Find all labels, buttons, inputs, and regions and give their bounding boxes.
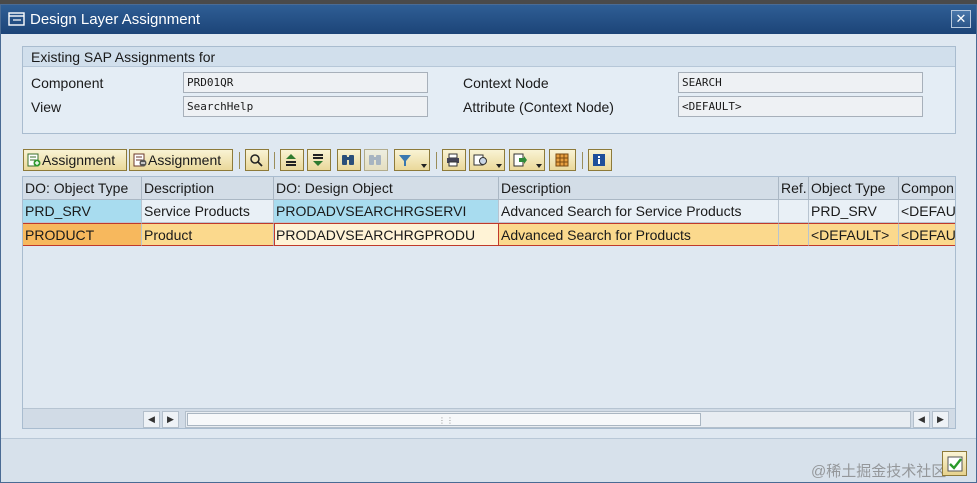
table-cell[interactable]: Service Products [142, 200, 274, 223]
scroll-right-button[interactable]: ▶ [162, 411, 179, 428]
column-header[interactable]: Object Type [809, 177, 899, 200]
column-header[interactable]: Ref. [779, 177, 809, 200]
assignment-table: DO: Object Type Description DO: Design O… [22, 176, 956, 429]
toolbar-separator [582, 152, 583, 169]
dropdown-arrow-icon [536, 164, 542, 168]
grip-icon: ⋮⋮ [438, 416, 454, 425]
remove-assignment-label: Assignment [148, 152, 222, 168]
find-icon [342, 155, 354, 165]
toolbar-separator [274, 152, 275, 169]
scroll-thumb[interactable]: ⋮⋮ [187, 413, 701, 426]
details-icon [250, 154, 263, 167]
table-cell[interactable]: <DEFAULT> [809, 223, 899, 246]
details-button[interactable] [245, 149, 269, 171]
table-cell[interactable]: PRD_SRV [809, 200, 899, 223]
layout-icon [555, 153, 569, 167]
table-cell[interactable]: PRODUCT [23, 223, 142, 246]
column-header[interactable]: Compon [899, 177, 955, 200]
component-label: Component [31, 75, 104, 91]
add-row-icon [27, 153, 41, 167]
table-cell[interactable]: PRD_SRV [23, 200, 142, 223]
toolbar-separator [239, 152, 240, 169]
info-icon [593, 154, 605, 166]
dialog-window: Design Layer Assignment ✕ Existing SAP A… [0, 4, 977, 483]
find-next-button[interactable] [364, 149, 388, 171]
print-button[interactable] [442, 149, 466, 171]
group-title: Existing SAP Assignments for [31, 49, 216, 65]
group-header: Existing SAP Assignments for [23, 47, 955, 67]
column-header[interactable]: Description [142, 177, 274, 200]
horizontal-scrollbar[interactable]: ◀ ▶ ⋮⋮ ◀ ▶ [23, 408, 955, 428]
sort-ascending-button[interactable] [280, 149, 304, 171]
table-row[interactable]: PRD_SRV Service Products PRODADVSEARCHRG… [23, 200, 955, 223]
component-field[interactable]: PRD01QR [183, 72, 428, 93]
watermark: @稀土掘金技术社区 [811, 463, 947, 480]
table-cell[interactable]: Advanced Search for Products [499, 223, 779, 246]
sort-descending-button[interactable] [307, 149, 331, 171]
sort-descending-icon [313, 154, 323, 166]
scroll-track[interactable]: ⋮⋮ [185, 411, 911, 428]
find-next-icon [369, 155, 381, 165]
export-button[interactable] [509, 149, 545, 171]
scroll-left-button[interactable]: ◀ [913, 411, 930, 428]
table-cell[interactable]: PRODADVSEARCHRGSERVI [274, 200, 499, 223]
window-icon [8, 12, 25, 26]
column-header[interactable]: DO: Object Type [23, 177, 142, 200]
find-button[interactable] [337, 149, 361, 171]
table-cell[interactable]: <DEFAU [899, 200, 955, 223]
confirm-button[interactable] [942, 451, 967, 476]
sort-ascending-icon [286, 154, 296, 166]
checkmark-icon [947, 456, 963, 472]
assignments-group: Existing SAP Assignments for Component P… [22, 46, 956, 134]
info-button[interactable] [588, 149, 612, 171]
table-header: DO: Object Type Description DO: Design O… [23, 177, 955, 200]
dialog-footer: @稀土掘金技术社区 [1, 438, 976, 482]
table-cell[interactable] [779, 200, 809, 223]
filter-icon [399, 155, 411, 166]
table-empty-area [23, 246, 955, 408]
view-label: View [31, 99, 62, 115]
dropdown-arrow-icon [421, 164, 427, 168]
filter-button[interactable] [394, 149, 430, 171]
export-icon [513, 153, 527, 167]
views-icon [473, 154, 487, 166]
print-icon [447, 153, 459, 167]
dropdown-arrow-icon [496, 164, 502, 168]
table-cell[interactable] [779, 223, 809, 246]
grid-toolbar: Assignment Assignment [22, 149, 956, 173]
add-assignment-button[interactable]: Assignment [23, 149, 127, 171]
context-node-field[interactable]: SEARCH [678, 72, 923, 93]
add-assignment-label: Assignment [42, 152, 116, 168]
close-button[interactable]: ✕ [951, 10, 971, 28]
table-cell[interactable]: Advanced Search for Service Products [499, 200, 779, 223]
delete-row-icon [133, 153, 147, 167]
window-title: Design Layer Assignment [30, 11, 201, 28]
column-header[interactable]: Description [499, 177, 779, 200]
attribute-field[interactable]: <DEFAULT> [678, 96, 923, 117]
table-cell[interactable]: PRODADVSEARCHRGPRODU [274, 223, 499, 246]
attribute-label: Attribute (Context Node) [463, 99, 614, 115]
toolbar-separator [436, 152, 437, 169]
layout-button[interactable] [549, 149, 576, 171]
scroll-left-button[interactable]: ◀ [143, 411, 160, 428]
scroll-right-button[interactable]: ▶ [932, 411, 949, 428]
context-node-label: Context Node [463, 75, 549, 91]
table-cell[interactable]: Product [142, 223, 274, 246]
views-button[interactable] [469, 149, 505, 171]
title-bar[interactable]: Design Layer Assignment ✕ [1, 5, 976, 34]
table-cell[interactable]: <DEFAU [899, 223, 955, 246]
column-header[interactable]: DO: Design Object [274, 177, 499, 200]
table-row[interactable]: PRODUCT Product PRODADVSEARCHRGPRODU Adv… [23, 223, 955, 246]
remove-assignment-button[interactable]: Assignment [129, 149, 233, 171]
view-field[interactable]: SearchHelp [183, 96, 428, 117]
